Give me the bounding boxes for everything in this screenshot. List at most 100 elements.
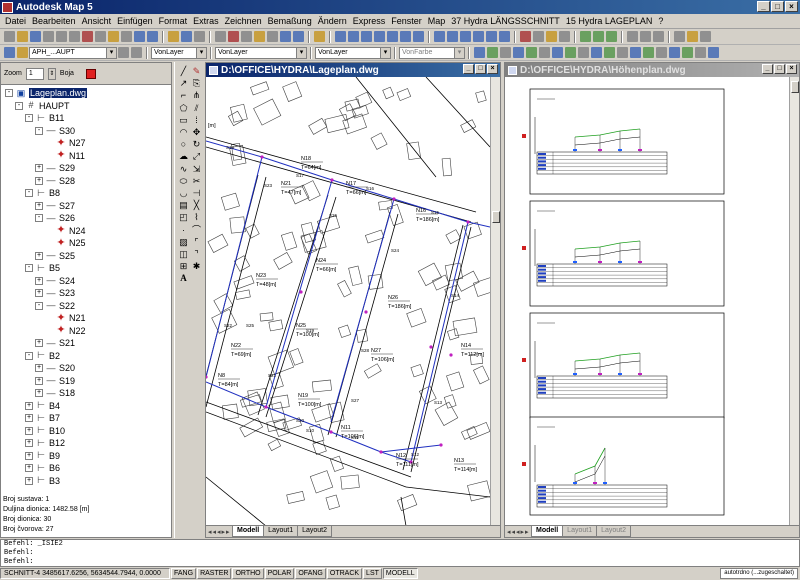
lageplan-tab-modell[interactable]: Modell <box>232 526 265 537</box>
offset-icon[interactable]: ⫽ <box>191 103 202 114</box>
hoehenplan-vertical-scrollbar[interactable] <box>789 77 799 526</box>
hoehenplan-tab-layout1[interactable]: Layout1 <box>562 526 598 537</box>
zoom-object-icon[interactable] <box>413 31 424 42</box>
hydra-calc-icon[interactable] <box>653 31 664 42</box>
move-icon[interactable]: ✥ <box>191 127 202 138</box>
region-icon[interactable]: ◫ <box>178 249 189 260</box>
view-front-icon[interactable] <box>591 47 602 58</box>
lageplan-minimize-button[interactable]: _ <box>463 64 474 74</box>
expand-icon[interactable]: + <box>35 251 43 260</box>
render-icon[interactable] <box>580 31 591 42</box>
trim-icon[interactable]: ✂ <box>191 176 202 187</box>
status-toggle-fang[interactable]: FANG <box>171 568 197 579</box>
collapse-icon[interactable]: - <box>25 351 33 360</box>
orbit-icon[interactable] <box>539 47 550 58</box>
mtext-icon[interactable] <box>687 31 698 42</box>
tree-node[interactable]: - — S30 <box>35 125 75 137</box>
light-icon[interactable] <box>606 31 617 42</box>
tree-node[interactable]: - ⊢ B8 <box>25 187 60 199</box>
help-icon[interactable] <box>314 31 325 42</box>
zoom-spinner[interactable]: ⇕ <box>47 67 56 80</box>
plotstyle-combo[interactable]: VonFarbe <box>399 46 465 59</box>
redo-icon[interactable] <box>147 31 158 42</box>
break-point-icon[interactable]: ╳ <box>191 200 202 211</box>
toolpalette-icon[interactable] <box>293 31 304 42</box>
lageplan-scroll-thumb[interactable] <box>492 211 500 223</box>
expand-icon[interactable]: + <box>25 464 33 472</box>
tray-notification[interactable]: autotrdno (...zugeschaltet) <box>720 568 798 579</box>
hoehenplan-minimize-button[interactable]: _ <box>762 64 773 74</box>
break-icon[interactable]: ⌇ <box>191 212 202 223</box>
tree-node[interactable]: + — S18 <box>35 387 75 399</box>
menu-item-3[interactable]: Einfügen <box>114 16 156 26</box>
properties-icon[interactable] <box>267 31 278 42</box>
rectangle-icon[interactable]: ▭ <box>178 115 189 126</box>
expand-icon[interactable]: + <box>35 389 43 397</box>
print-icon[interactable] <box>43 31 54 42</box>
lageplan-title-bar[interactable]: D:\OFFICE\HYDRA\Lageplan.dwg _ □ × <box>206 63 500 77</box>
expand-icon[interactable]: + <box>25 451 33 460</box>
line-icon[interactable]: ╱ <box>178 66 189 77</box>
layer-manager-icon[interactable] <box>4 47 15 58</box>
hydra-pipe-icon[interactable] <box>640 31 651 42</box>
iso-sw-icon[interactable] <box>630 47 641 58</box>
tree-node[interactable]: + — S29 <box>35 162 75 174</box>
zoom-extents-icon[interactable] <box>374 31 385 42</box>
collapse-icon[interactable]: - <box>35 126 43 135</box>
tab-nav-arrows[interactable]: ◂◂◂▸▸ <box>507 528 530 536</box>
copy-icon[interactable] <box>95 31 106 42</box>
status-toggle-lst[interactable]: LST <box>363 568 382 579</box>
tree-node[interactable]: + — S20 <box>35 362 75 374</box>
lageplan-tab-layout2[interactable]: Layout2 <box>297 526 333 537</box>
table-icon[interactable]: ⊞ <box>178 261 189 272</box>
mirror-icon[interactable]: ⋔ <box>191 90 202 101</box>
node-marker-8[interactable] <box>439 443 443 447</box>
orbit-free-icon[interactable] <box>552 47 563 58</box>
status-toggle-ofang[interactable]: OFANG <box>295 568 326 579</box>
zoom-in-icon[interactable] <box>474 47 485 58</box>
tree-node[interactable]: + — S19 <box>35 375 75 387</box>
spline-icon[interactable]: ∿ <box>178 164 189 175</box>
extend-icon[interactable]: ⊣ <box>191 188 202 199</box>
arc-icon[interactable]: ◠ <box>178 127 189 138</box>
lageplan-tab-layout1[interactable]: Layout1 <box>263 526 299 537</box>
expand-icon[interactable]: + <box>35 289 43 297</box>
command-prompt[interactable]: Befehl: <box>4 558 799 567</box>
linetype-combo[interactable]: VonLayer <box>215 46 307 59</box>
zoom-scale-icon[interactable] <box>387 31 398 42</box>
status-toggle-ortho[interactable]: ORTHO <box>232 568 264 579</box>
lageplan-close-button[interactable]: × <box>487 64 498 74</box>
menu-item-12[interactable]: 37 Hydra LÄNGSSCHNITT <box>448 16 563 26</box>
lageplan-vertical-scrollbar[interactable] <box>490 77 500 526</box>
lageplan-drawing-canvas[interactable]: N18 T=64[m] N17 T=66[m] N21 T=47[m] N16 T=186[m… <box>206 77 490 526</box>
array-icon[interactable]: ⁞ <box>191 115 202 126</box>
boja-color-swatch[interactable] <box>85 68 96 79</box>
node-marker-11[interactable] <box>364 310 368 314</box>
collapse-icon[interactable]: - <box>15 101 23 110</box>
tree-node[interactable]: - — S22 <box>35 300 75 312</box>
hoehenplan-tab-modell[interactable]: Modell <box>531 526 564 537</box>
shade-icon[interactable] <box>593 31 604 42</box>
node-marker-1[interactable] <box>330 178 334 182</box>
zoom-window-icon[interactable] <box>241 31 252 42</box>
tree-node[interactable]: + ⊢ B4 <box>25 400 60 412</box>
hydra-node-icon[interactable] <box>627 31 638 42</box>
tree-node[interactable]: + — S25 <box>35 250 75 262</box>
text-icon[interactable] <box>674 31 685 42</box>
view-right-icon[interactable] <box>617 47 628 58</box>
node-marker-4[interactable] <box>264 405 268 409</box>
collapse-icon[interactable]: - <box>25 189 33 197</box>
expand-icon[interactable]: + <box>35 276 43 285</box>
text-icon[interactable]: A <box>178 273 189 284</box>
tree-node[interactable]: - ▣ Lageplan.dwg <box>5 87 88 99</box>
expand-icon[interactable]: + <box>35 376 43 385</box>
ellipse-icon[interactable]: ⬭ <box>178 176 189 187</box>
menu-item-11[interactable]: Map <box>425 16 449 26</box>
hydra-node-icon[interactable] <box>656 47 667 58</box>
expand-icon[interactable]: + <box>35 164 43 172</box>
expand-icon[interactable]: + <box>25 414 33 422</box>
view-front-icon[interactable] <box>486 31 497 42</box>
command-window[interactable]: Befehl: _ISIE2 Befehl: Befehl: <box>0 539 800 567</box>
node-marker-3[interactable] <box>466 220 470 224</box>
status-toggle-modell[interactable]: MODELL <box>382 568 418 579</box>
